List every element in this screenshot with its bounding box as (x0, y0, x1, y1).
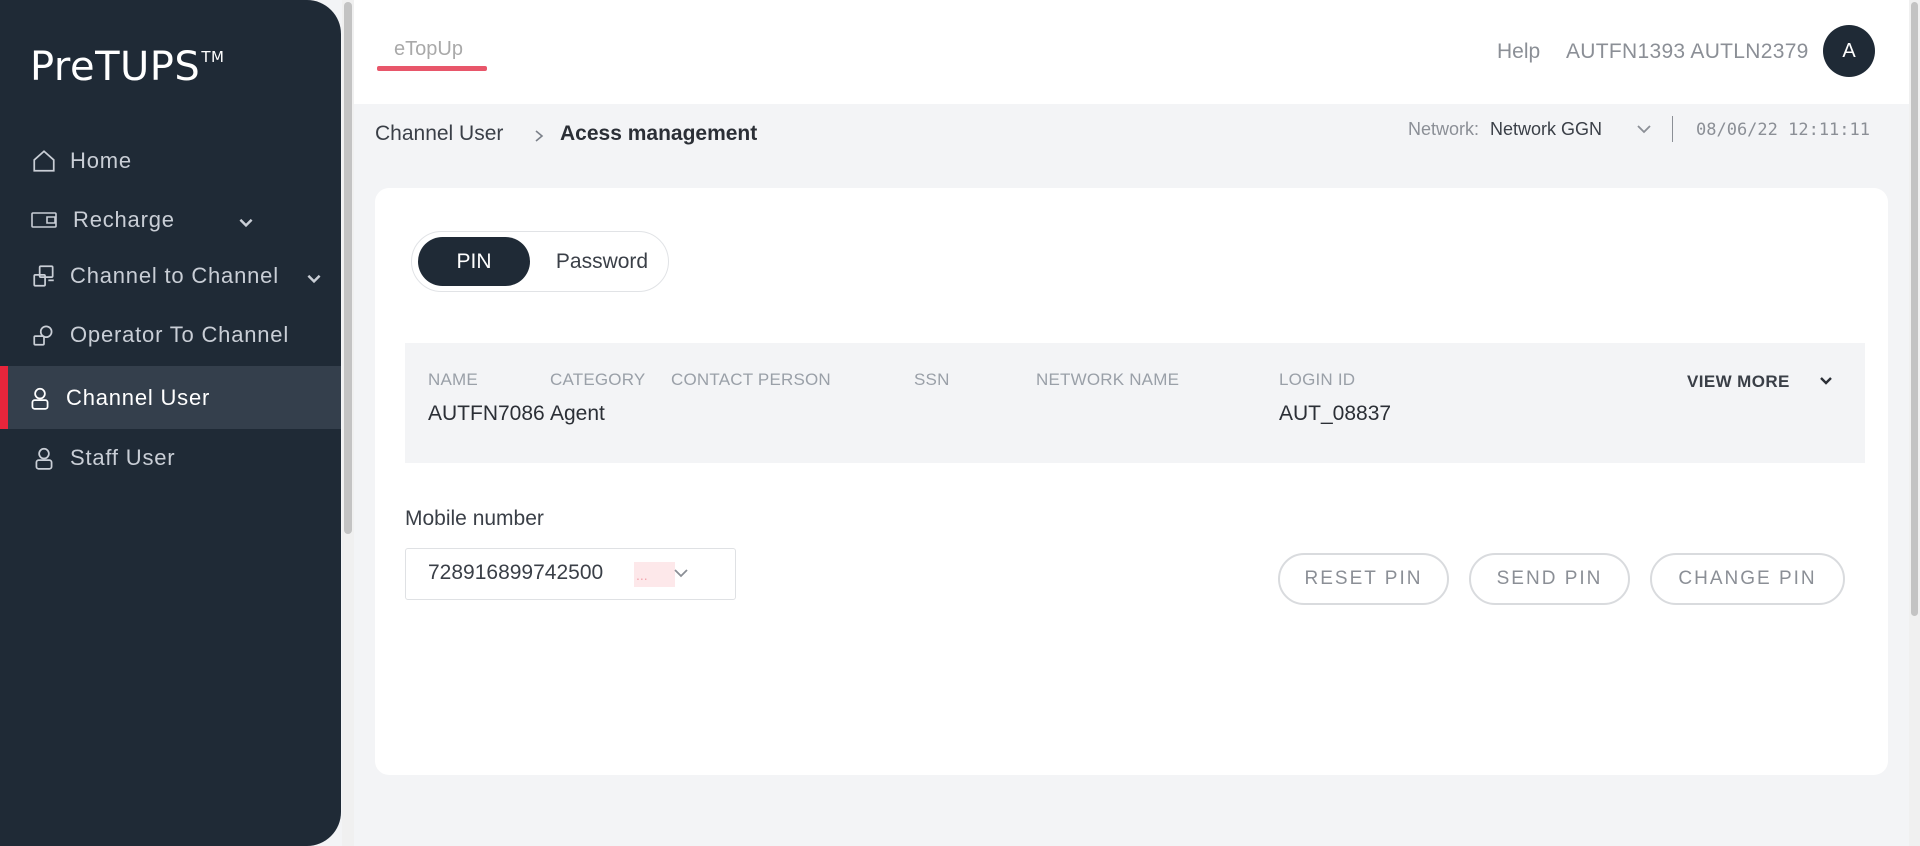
channel-to-channel-icon (30, 262, 58, 290)
user-info-panel (405, 343, 1865, 463)
page-title: Acess management (560, 122, 758, 145)
value-name: AUTFN7086 (428, 402, 545, 425)
value-login-id: AUT_08837 (1279, 402, 1392, 425)
chevron-down-icon (305, 267, 323, 285)
header-category: CATEGORY (550, 370, 646, 389)
sidebar-scrollbar[interactable] (342, 0, 354, 846)
toggle-password[interactable]: Password (540, 237, 664, 286)
sidebar-item-staff-user[interactable]: Staff User (0, 428, 341, 488)
sidebar-item-recharge[interactable]: Recharge (0, 190, 341, 250)
network-select[interactable]: Network GGN (1490, 119, 1602, 140)
send-pin-button[interactable]: SEND PIN (1469, 553, 1630, 605)
operator-to-channel-icon (30, 321, 58, 349)
change-pin-button[interactable]: CHANGE PIN (1650, 553, 1845, 605)
chevron-right-icon (532, 126, 546, 146)
avatar[interactable]: A (1823, 25, 1875, 77)
breadcrumb-root[interactable]: Channel User (375, 122, 503, 146)
sidebar-item-label: Recharge (73, 207, 175, 232)
sidebar-item-home[interactable]: Home (0, 131, 341, 191)
recharge-icon (30, 206, 58, 234)
user-name: AUTFN1393 AUTLN2379 (1566, 40, 1809, 63)
view-more-button[interactable]: VIEW MORE (1687, 372, 1790, 392)
header-network-name: NETWORK NAME (1036, 370, 1180, 389)
chevron-down-icon[interactable] (1818, 373, 1834, 389)
sidebar-item-channel-to-channel[interactable]: Channel to Channel (0, 246, 341, 306)
tab-etopup[interactable]: eTopUp (394, 38, 463, 61)
header-ssn: SSN (914, 370, 950, 389)
header-name: NAME (428, 370, 478, 389)
sidebar-item-label: Channel to Channel (70, 263, 279, 288)
sidebar-item-label: Operator To Channel (70, 322, 290, 347)
sidebar-item-label: Staff User (70, 445, 176, 470)
page-scrollbar[interactable] (1909, 0, 1920, 846)
chevron-down-icon (237, 211, 255, 229)
datetime: 08/06/22 12:11:11 (1696, 120, 1870, 140)
toggle-pin[interactable]: PIN (418, 237, 530, 286)
network-label: Network: (1408, 119, 1480, 139)
top-bar: eTopUp Help AUTFN1393 AUTLN2379 A (354, 0, 1909, 104)
sidebar-item-label: Home (70, 148, 132, 173)
brand-logo: PreTUPSTM (30, 44, 225, 90)
tab-active-indicator (377, 66, 487, 71)
header-contact-person: CONTACT PERSON (671, 370, 831, 389)
value-category: Agent (550, 402, 605, 425)
help-link[interactable]: Help (1497, 40, 1540, 64)
mobile-number-badge: ... (634, 562, 675, 587)
sidebar-item-operator-to-channel[interactable]: Operator To Channel (0, 305, 341, 365)
scrollbar-thumb[interactable] (344, 2, 352, 534)
sidebar: PreTUPSTM Home Recharge Channel to Chann… (0, 0, 341, 846)
chevron-down-icon[interactable] (673, 565, 689, 581)
sidebar-item-label: Channel User (66, 384, 211, 410)
mobile-number-value[interactable]: 728916899742500 (428, 561, 603, 585)
user-icon (26, 384, 54, 412)
home-icon (30, 147, 58, 175)
reset-pin-button[interactable]: RESET PIN (1278, 553, 1449, 605)
chevron-down-icon[interactable] (1636, 120, 1652, 138)
header-login-id: LOGIN ID (1279, 370, 1356, 389)
user-icon (30, 444, 58, 472)
divider (1672, 116, 1673, 142)
mobile-number-label: Mobile number (405, 507, 544, 530)
scrollbar-thumb[interactable] (1911, 2, 1918, 616)
sidebar-item-channel-user[interactable]: Channel User (0, 366, 341, 429)
